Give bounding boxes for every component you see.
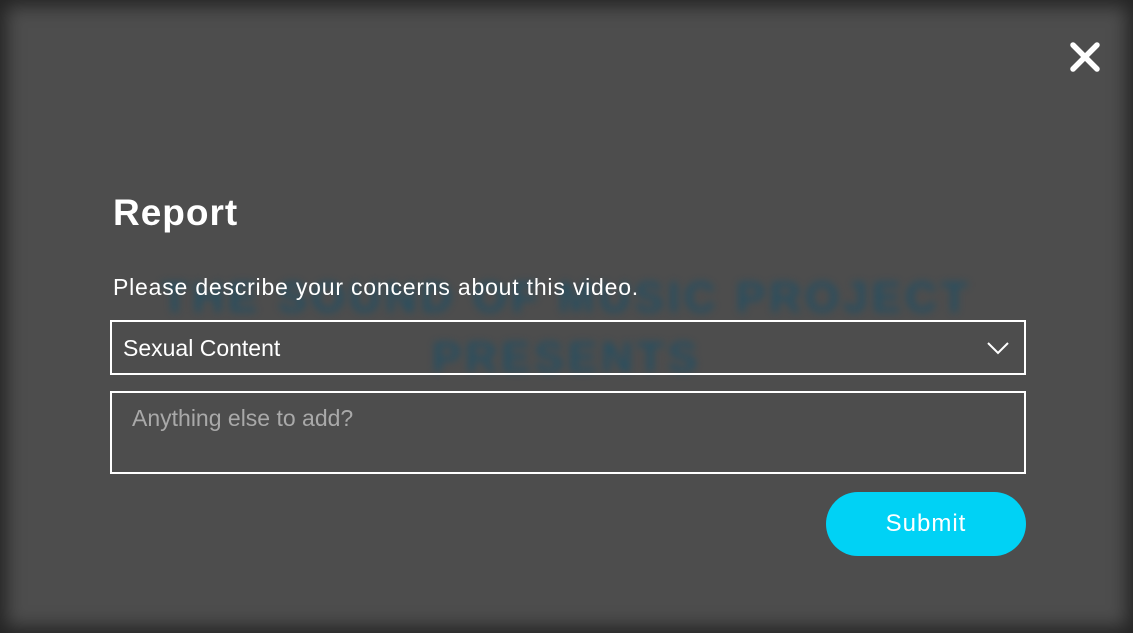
chevron-down-icon <box>986 338 1010 358</box>
report-reason-select[interactable]: Sexual Content <box>110 320 1026 375</box>
dialog-description: Please describe your concerns about this… <box>113 274 639 300</box>
report-overlay: The Sound of Music Project Presents Repo… <box>0 0 1133 633</box>
select-value: Sexual Content <box>123 335 281 361</box>
close-icon <box>1070 42 1100 72</box>
dialog-title: Report <box>113 192 239 233</box>
additional-details-field[interactable] <box>110 391 1026 474</box>
close-button[interactable] <box>1066 38 1104 76</box>
submit-button[interactable]: Submit <box>826 492 1026 556</box>
